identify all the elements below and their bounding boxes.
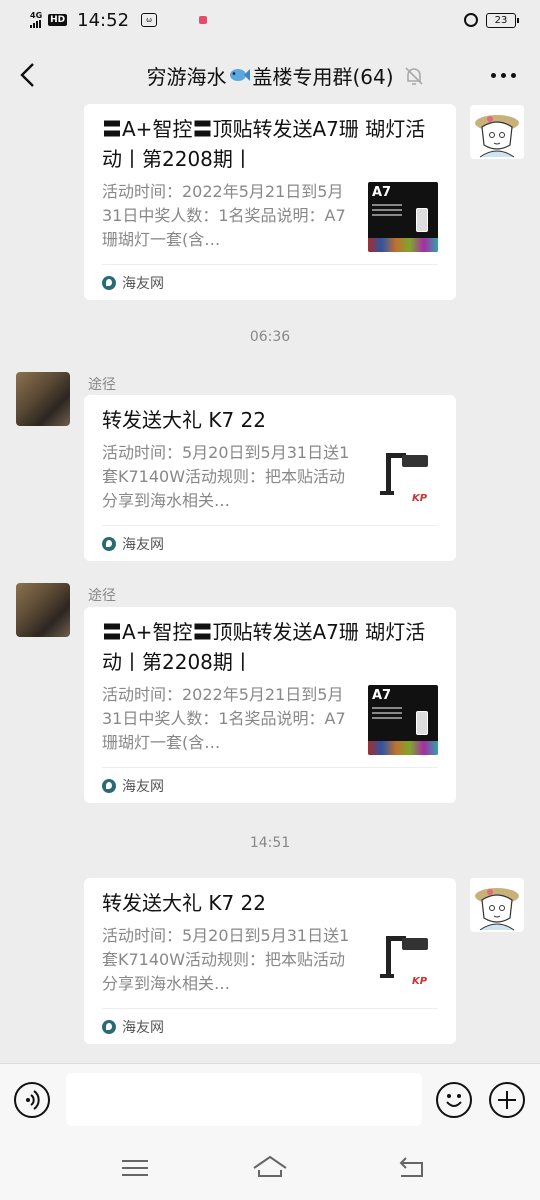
card-description: 活动时间：5月20日到5月31日送1套K7140W活动规则：把本贴活动分享到海水… [102,926,350,993]
card-title: 转发送大礼 K7 22 [102,891,267,915]
voice-icon [26,1090,40,1110]
input-bar [0,1063,540,1136]
card-source: 海友网 [122,536,164,553]
svg-text:KP: KP [412,493,428,504]
link-card[interactable]: 〓A+智控〓顶贴转发送A7珊 瑚灯活动丨第2208期丨 活动时间：2022年5月… [84,104,456,300]
sender-name: 途径 [88,588,116,604]
sender-name: 途径 [88,377,116,393]
source-logo-icon [102,536,116,551]
card-title: 〓A+智控〓顶贴转发送A7珊 瑚灯活动丨第2208期丨 [102,117,426,171]
card-thumbnail: A7 [368,685,438,755]
card-source: 海友网 [122,778,164,795]
chat-header: 穷游海水 盖楼专用群(64) [0,40,540,110]
system-navigation-bar [0,1136,540,1200]
network-type: 4G [30,11,43,20]
thumbnail-label: A7 [372,688,392,703]
card-description: 活动时间：2022年5月21日到5月31日中奖人数：1名奖品说明：A7珊瑚灯一套… [102,182,346,249]
message-timestamp: 06:36 [249,329,291,345]
notification-dot-icon [199,16,208,24]
link-card[interactable]: 〓A+智控〓顶贴转发送A7珊 瑚灯活动丨第2208期丨 活动时间：2022年5月… [84,607,456,803]
more-actions-button[interactable] [489,1082,525,1118]
message-timestamp: 14:51 [249,835,291,851]
back-nav-icon[interactable] [398,1156,426,1180]
battery-level: 23 [494,14,508,26]
cartoon-girl-avatar-icon [470,878,524,932]
my-avatar[interactable] [470,105,524,159]
mute-bell-icon [405,67,423,85]
home-icon[interactable] [252,1154,288,1180]
source-logo-icon [102,778,116,793]
menu-icon[interactable] [121,1158,149,1178]
hd-icon: HD [48,14,68,26]
sender-avatar[interactable] [16,583,70,637]
my-avatar[interactable] [470,878,524,932]
card-thumbnail: A7 [368,182,438,252]
sender-avatar[interactable] [16,372,70,426]
battery-icon: 23 [486,12,519,28]
chat-title-prefix: 穷游海水 [146,64,227,89]
phone-icon [416,711,428,735]
status-time: 14:52 [77,9,130,31]
fish-emoji-icon [230,69,251,81]
alarm-icon [464,13,478,27]
smiley-icon [446,1094,462,1107]
card-thumbnail: KP [368,926,438,996]
svg-text:KP: KP [412,976,428,987]
thumbnail-label: A7 [372,185,392,200]
back-icon[interactable] [18,62,40,88]
card-source: 海友网 [122,275,164,292]
cartoon-girl-avatar-icon [470,105,524,159]
chat-title: 穷游海水 盖楼专用群(64) [146,61,393,90]
card-title: 转发送大礼 K7 22 [102,408,267,432]
message-input[interactable] [66,1073,422,1126]
source-logo-icon [102,275,116,290]
card-source: 海友网 [122,1019,164,1036]
status-bar: 4G HD 14:52 ω 23 [0,0,540,40]
app-notification-icon: ω [141,13,158,27]
card-thumbnail: KP [368,443,438,513]
card-description: 活动时间：5月20日到5月31日送1套K7140W活动规则：把本贴活动分享到海水… [102,443,350,510]
link-card[interactable]: 转发送大礼 K7 22 活动时间：5月20日到5月31日送1套K7140W活动规… [84,395,456,561]
card-description: 活动时间：2022年5月21日到5月31日中奖人数：1名奖品说明：A7珊瑚灯一套… [102,685,346,752]
link-card[interactable]: 转发送大礼 K7 22 活动时间：5月20日到5月31日送1套K7140W活动规… [84,878,456,1044]
more-options-icon[interactable] [491,73,516,78]
voice-input-button[interactable] [14,1082,50,1118]
emoji-button[interactable] [436,1082,472,1118]
card-title: 〓A+智控〓顶贴转发送A7珊 瑚灯活动丨第2208期丨 [102,620,426,674]
plus-icon [498,1091,516,1109]
source-logo-icon [102,1019,116,1034]
phone-icon [416,208,428,232]
signal-icon: 4G [30,12,42,28]
chat-title-suffix: 盖楼专用群(64) [252,64,394,89]
